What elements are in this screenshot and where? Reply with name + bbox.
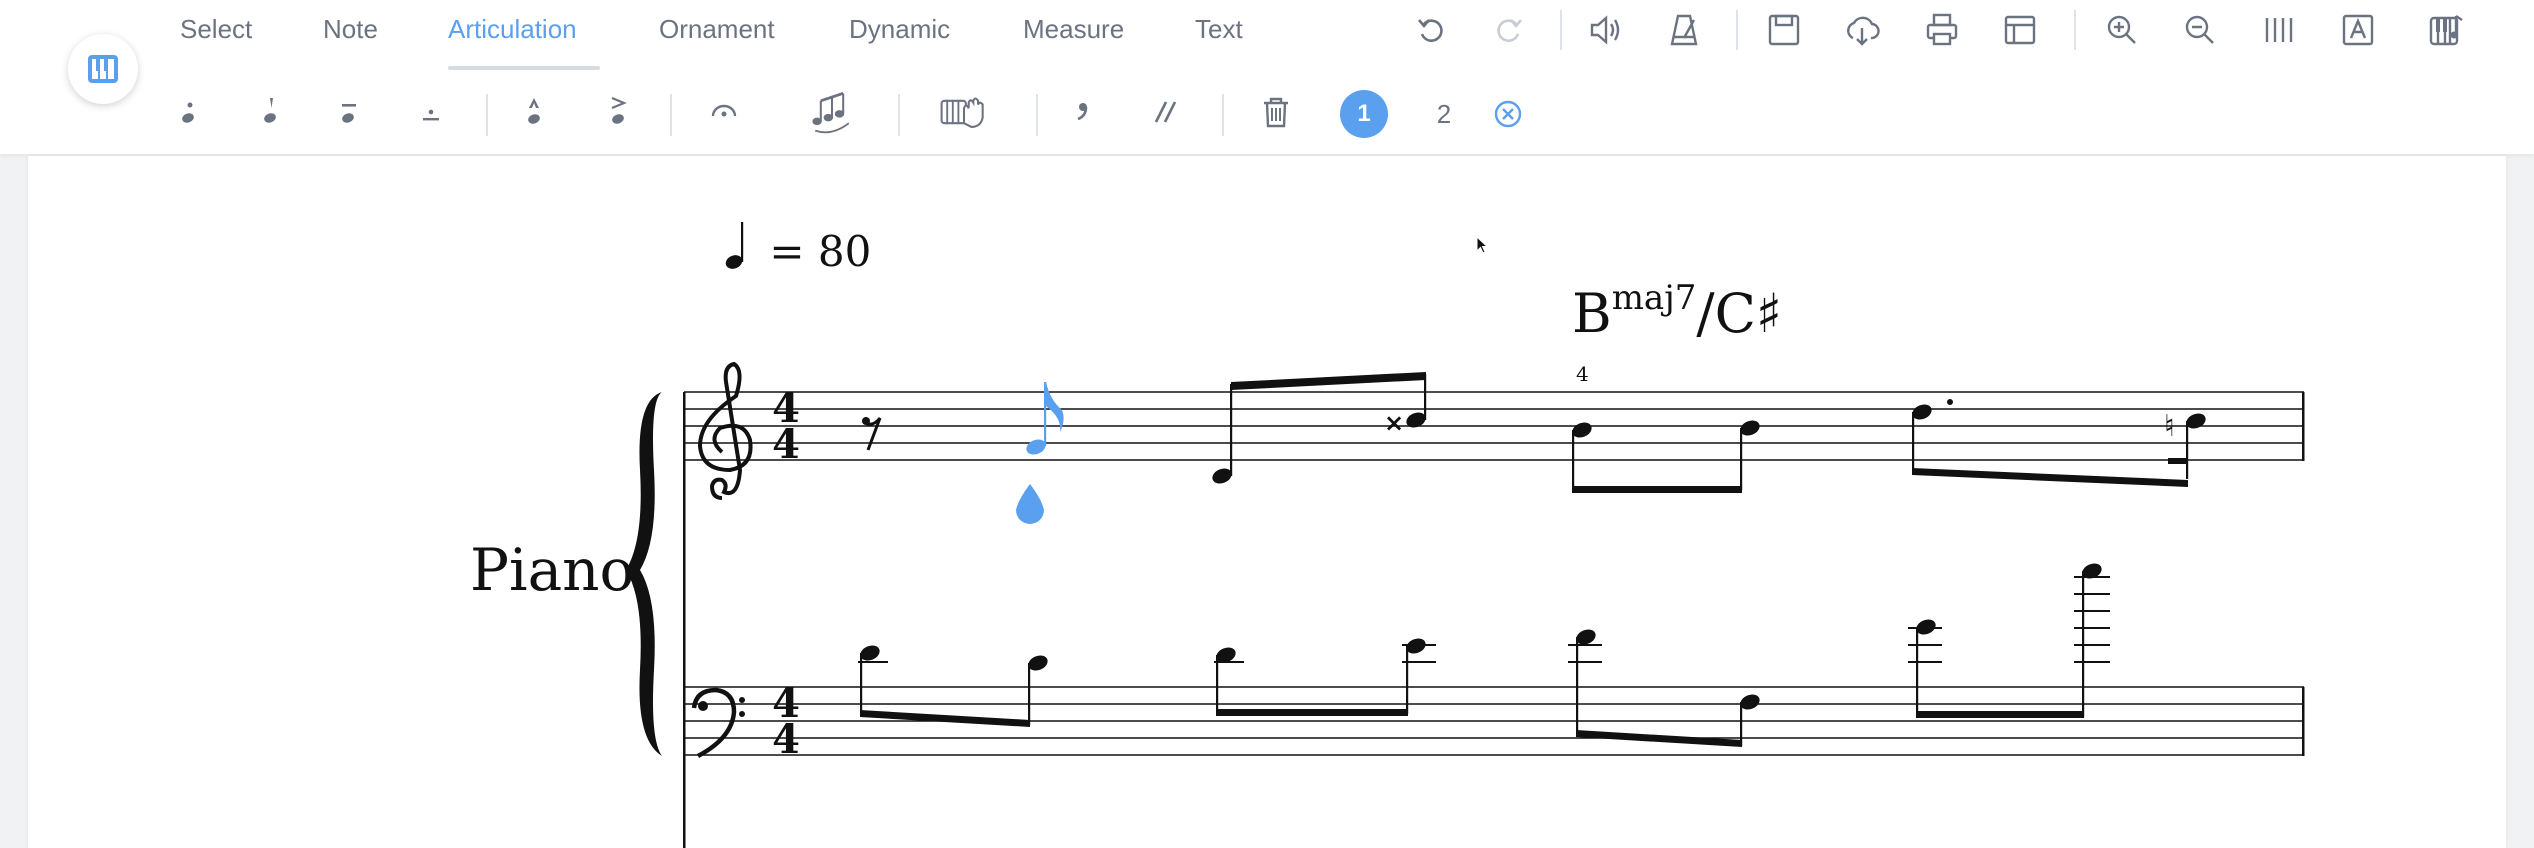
mouse-cursor [1476, 236, 1489, 254]
svg-text:×: × [1384, 409, 1404, 437]
treble-clef-icon [697, 361, 753, 500]
bass-clef-icon [691, 687, 745, 758]
treble-staff [684, 391, 2304, 461]
bass-beamed-notes [1908, 563, 2110, 718]
svg-text:♮: ♮ [2164, 409, 2175, 444]
bass-beamed-notes [858, 645, 1048, 727]
beamed-notes: × [1212, 372, 1427, 484]
beamed-notes [1572, 420, 1760, 493]
treble-end-barline [2302, 392, 2305, 461]
music-notation: 4 4 4 4 × ♮ [626, 361, 2305, 848]
grand-staff-brace [626, 392, 662, 756]
note-drag-handle [1016, 484, 1044, 524]
piano-keys-icon [88, 55, 118, 83]
bass-staff [684, 686, 2304, 756]
eighth-rest-dot [862, 417, 870, 425]
time-signature-bottom: 4 [772, 421, 800, 468]
piano-keyboard-button[interactable] [68, 34, 138, 104]
time-signature-bottom: 4 [772, 716, 800, 763]
selected-note [1026, 382, 1064, 455]
bass-end-barline [2302, 687, 2305, 756]
